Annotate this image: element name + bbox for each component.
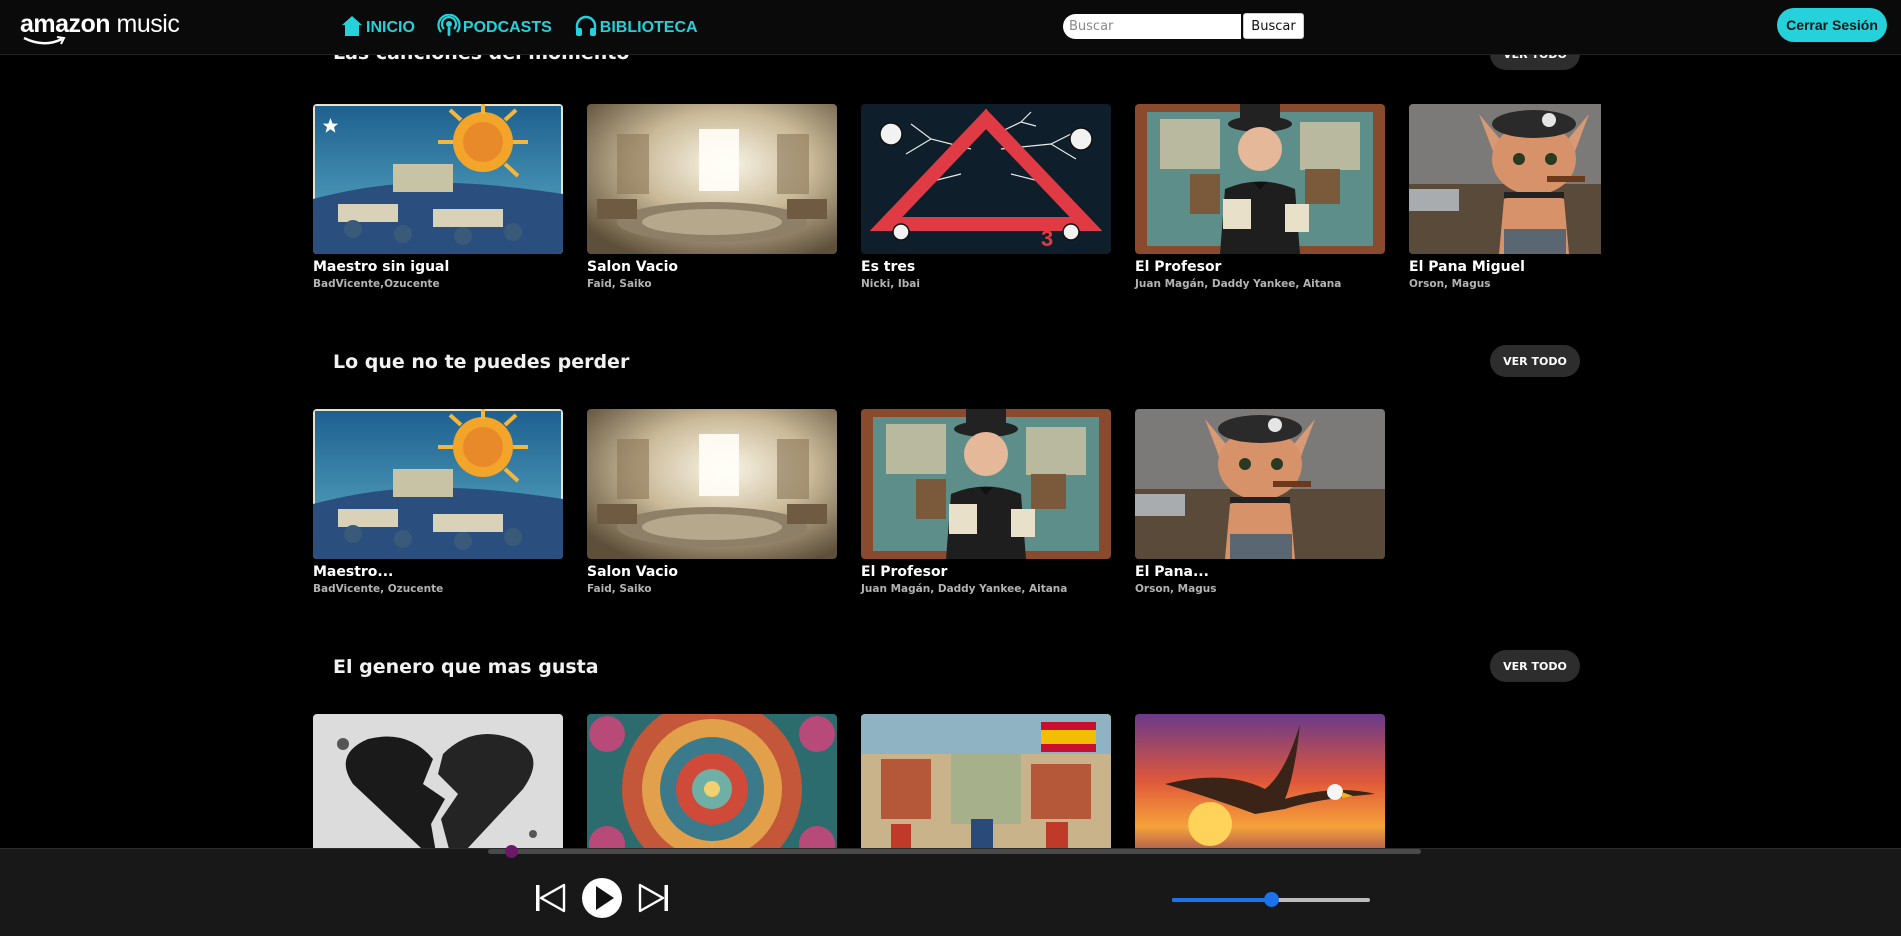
playback-controls	[533, 877, 671, 922]
song-card[interactable]: 3 Es tres Nicki, Ibai	[861, 104, 1111, 290]
section-title: El genero que mas gusta	[333, 656, 599, 678]
song-artists: BadVicente, Ozucente	[313, 583, 444, 595]
nav-label: PODCASTS	[462, 19, 552, 36]
album-art-teacher-sun	[313, 104, 563, 254]
svg-text:3: 3	[1041, 226, 1053, 251]
search-input[interactable]	[1063, 13, 1241, 39]
progress-handle[interactable]	[505, 845, 519, 858]
play-button[interactable]	[581, 877, 623, 922]
genre-card[interactable]	[313, 714, 563, 848]
song-title: Es tres	[861, 259, 916, 275]
previous-button[interactable]	[533, 881, 567, 918]
volume-level	[1172, 898, 1271, 902]
song-artists: Faid, Saiko	[587, 278, 652, 290]
song-title: El Profesor	[861, 564, 948, 580]
song-card[interactable]: El Profesor Juan Magán, Daddy Yankee, Ai…	[1135, 104, 1385, 290]
genre-art-mandala	[587, 714, 837, 848]
genre-art-spanish-festival	[861, 714, 1111, 848]
song-artists: Juan Magán, Daddy Yankee, Aitana	[1135, 278, 1342, 290]
genre-art-eagle-sunset	[1135, 714, 1385, 848]
song-card[interactable]: Maestro sin igual BadVicente,Ozucente	[313, 104, 563, 290]
podcast-icon	[437, 14, 461, 36]
song-title: Maestro sin igual	[313, 259, 450, 275]
song-card[interactable]: Maestro... BadVicente, Ozucente	[313, 409, 563, 595]
song-title: El Pana...	[1135, 564, 1209, 580]
genre-card[interactable]	[587, 714, 837, 848]
smile-icon	[23, 36, 66, 45]
song-title: El Profesor	[1135, 259, 1222, 275]
player-bar	[0, 845, 1901, 936]
headphones-icon	[575, 15, 596, 36]
song-card[interactable]: Salon Vacio Faid, Saiko	[587, 409, 837, 595]
main-nav: INICIO PODCASTS BIBLIOTECA	[340, 10, 698, 38]
logo-main-text: amazon	[20, 10, 111, 38]
song-artists: Orson, Magus	[1135, 583, 1217, 595]
genre-art-broken-heart	[313, 714, 563, 848]
nav-podcasts[interactable]: PODCASTS	[437, 10, 552, 38]
song-artists: Juan Magán, Daddy Yankee, Aitana	[861, 583, 1068, 595]
nav-inicio[interactable]: INICIO	[340, 10, 415, 38]
section-title: Lo que no te puedes perder	[333, 351, 630, 373]
song-artists: Faid, Saiko	[587, 583, 652, 595]
next-button[interactable]	[637, 881, 671, 918]
song-card[interactable]: El Profesor Juan Magán, Daddy Yankee, Ai…	[861, 409, 1111, 595]
volume-slider[interactable]	[1172, 892, 1370, 907]
main-content: Las canciones del momento VER TODO	[0, 0, 1901, 848]
song-card[interactable]: Salon Vacio Faid, Saiko	[587, 104, 837, 290]
song-title: Maestro...	[313, 564, 394, 580]
nav-biblioteca[interactable]: BIBLIOTECA	[574, 10, 698, 38]
search-bar: Buscar	[1063, 13, 1304, 39]
genre-card[interactable]	[861, 714, 1111, 848]
song-title: El Pana Miguel	[1409, 259, 1525, 275]
album-art-professor	[861, 409, 1111, 559]
volume-handle[interactable]	[1264, 892, 1279, 907]
album-art-cat-cigar	[1409, 104, 1601, 254]
album-art-teacher-sun	[313, 409, 563, 559]
skip-previous-icon	[536, 883, 566, 913]
nav-label: INICIO	[366, 19, 415, 36]
song-title: Salon Vacio	[587, 259, 679, 275]
song-card[interactable]: El Pana Miguel Orson, Magus	[1409, 104, 1601, 290]
album-art-professor	[1135, 104, 1385, 254]
song-artists: Orson, Magus	[1409, 278, 1491, 290]
album-art-empty-salon	[587, 104, 837, 254]
album-art-triangle: 3	[861, 104, 1111, 254]
logout-button[interactable]: Cerrar Sesión	[1777, 8, 1887, 42]
amazon-music-logo[interactable]: amazon music	[20, 10, 180, 45]
skip-next-icon	[638, 883, 668, 913]
song-artists: BadVicente,Ozucente	[313, 278, 440, 290]
song-artists: Nicki, Ibai	[861, 278, 920, 290]
progress-bar[interactable]	[488, 845, 1421, 858]
play-icon	[582, 878, 622, 918]
ver-todo-button[interactable]: VER TODO	[1490, 345, 1580, 377]
album-art-empty-salon	[587, 409, 837, 559]
ver-todo-button[interactable]: VER TODO	[1490, 650, 1580, 682]
top-bar: amazon music INICIO PODCASTS BIBLIOTECA …	[0, 0, 1901, 55]
song-card[interactable]: El Pana... Orson, Magus	[1135, 409, 1385, 595]
home-icon	[342, 16, 362, 36]
song-title: Salon Vacio	[587, 564, 679, 580]
search-button[interactable]: Buscar	[1243, 13, 1304, 39]
logo-sub-text: music	[110, 10, 180, 38]
album-art-cat-cigar	[1135, 409, 1385, 559]
genre-card[interactable]	[1135, 714, 1385, 848]
nav-label: BIBLIOTECA	[599, 19, 698, 36]
